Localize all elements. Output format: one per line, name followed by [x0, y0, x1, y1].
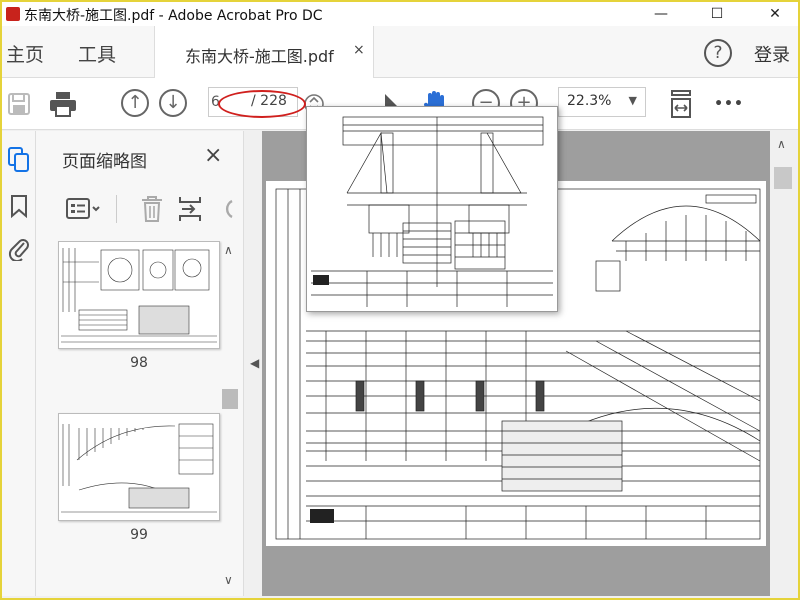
panel-toolbar: [58, 193, 238, 225]
chevron-down-icon: ▼: [628, 94, 637, 107]
scrollbar-thumb[interactable]: [222, 389, 238, 409]
attachment-icon[interactable]: [6, 235, 32, 261]
thumbnail-page-number: 99: [130, 527, 148, 543]
zoom-select[interactable]: 22.3% ▼: [558, 87, 646, 117]
tab-home[interactable]: 主页: [6, 40, 44, 67]
tab-tools[interactable]: 工具: [78, 40, 116, 67]
document-scrollbar[interactable]: ∧: [770, 131, 796, 596]
close-document-tab-button[interactable]: ×: [353, 42, 365, 58]
annotation-ellipse: [218, 90, 306, 118]
divider: [116, 195, 117, 223]
thumbnail-scrollbar[interactable]: ∧ ∨: [220, 241, 240, 596]
next-page-icon[interactable]: ↓: [159, 89, 187, 117]
thumbnail-list: 98 99: [56, 241, 228, 591]
rotate-icon[interactable]: [218, 197, 234, 225]
fit-page-icon[interactable]: [666, 89, 696, 119]
collapse-panel-icon[interactable]: ◀: [250, 356, 259, 370]
scroll-down-icon[interactable]: ∨: [224, 573, 233, 587]
window-title: 东南大桥-施工图.pdf - Adobe Acrobat Pro DC: [24, 8, 323, 24]
acrobat-app-icon: [6, 7, 20, 21]
scroll-up-icon[interactable]: ∧: [777, 137, 786, 151]
zoom-value: 22.3%: [567, 93, 612, 109]
bookmark-icon[interactable]: [6, 193, 32, 219]
title-bar: 东南大桥-施工图.pdf - Adobe Acrobat Pro DC — ☐ …: [2, 2, 798, 26]
document-tab-label: 东南大桥-施工图.pdf: [185, 47, 334, 66]
nav-tabs-bar: 主页 工具 东南大桥-施工图.pdf × ? 登录: [2, 26, 798, 78]
tab-document[interactable]: 东南大桥-施工图.pdf ×: [154, 26, 374, 78]
thumbnail-page-99[interactable]: [58, 413, 220, 521]
print-icon[interactable]: [48, 89, 78, 119]
panel-title: 页面缩略图: [62, 152, 147, 172]
more-options-icon[interactable]: •••: [714, 89, 744, 119]
insert-pages-icon[interactable]: [178, 195, 202, 227]
options-icon[interactable]: [66, 197, 102, 225]
left-rail: [2, 131, 36, 596]
save-icon[interactable]: [4, 89, 34, 119]
close-panel-button[interactable]: ×: [204, 143, 222, 168]
maximize-button[interactable]: ☐: [694, 2, 740, 26]
close-window-button[interactable]: ✕: [752, 2, 798, 26]
thumbnail-page-98[interactable]: [58, 241, 220, 349]
scrollbar-thumb[interactable]: [774, 167, 792, 189]
trash-icon[interactable]: [140, 195, 164, 227]
page-thumbnails-icon[interactable]: [6, 147, 32, 173]
thumbnail-page-number: 98: [130, 355, 148, 371]
minimize-button[interactable]: —: [638, 2, 684, 26]
help-icon[interactable]: ?: [704, 39, 732, 67]
page-preview-popup: [306, 106, 558, 312]
scroll-up-icon[interactable]: ∧: [224, 243, 233, 257]
thumbnail-panel: 页面缩略图 × 98 99 ∧ ∨: [36, 131, 244, 596]
login-button[interactable]: 登录: [754, 41, 790, 67]
previous-page-icon[interactable]: ↑: [121, 89, 149, 117]
